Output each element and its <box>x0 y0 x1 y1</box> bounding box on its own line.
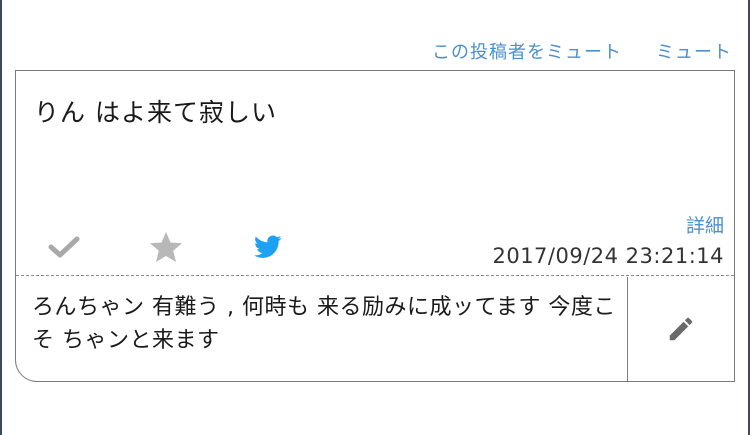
tweet-button[interactable] <box>250 229 286 265</box>
post-card: りん はよ来て寂しい 詳細 2017/09/24 23:21:14 ろんちゃン … <box>15 70 735 382</box>
pencil-icon <box>669 317 693 341</box>
window-frame-left <box>0 0 2 435</box>
check-icon <box>48 236 80 258</box>
check-button[interactable] <box>46 229 82 265</box>
mute-poster-link[interactable]: この投稿者をミュート <box>432 38 622 64</box>
post-text: りん はよ来て寂しい <box>34 98 277 127</box>
twitter-bird-icon <box>254 235 282 258</box>
edit-reply-button[interactable] <box>627 277 734 381</box>
reply-text: ろんちゃン 有難う , 何時も 来る励みに成ッてます 今度こそ ちゃンと来ます <box>32 295 616 353</box>
dashed-divider <box>16 275 734 276</box>
mute-link[interactable]: ミュート <box>656 38 732 64</box>
detail-link[interactable]: 詳細 <box>686 211 724 238</box>
mute-bar: この投稿者をミュート ミュート <box>432 38 732 64</box>
star-icon <box>150 232 182 262</box>
post-actions <box>46 229 286 265</box>
favorite-button[interactable] <box>148 229 184 265</box>
post-timestamp: 2017/09/24 23:21:14 <box>492 244 724 268</box>
